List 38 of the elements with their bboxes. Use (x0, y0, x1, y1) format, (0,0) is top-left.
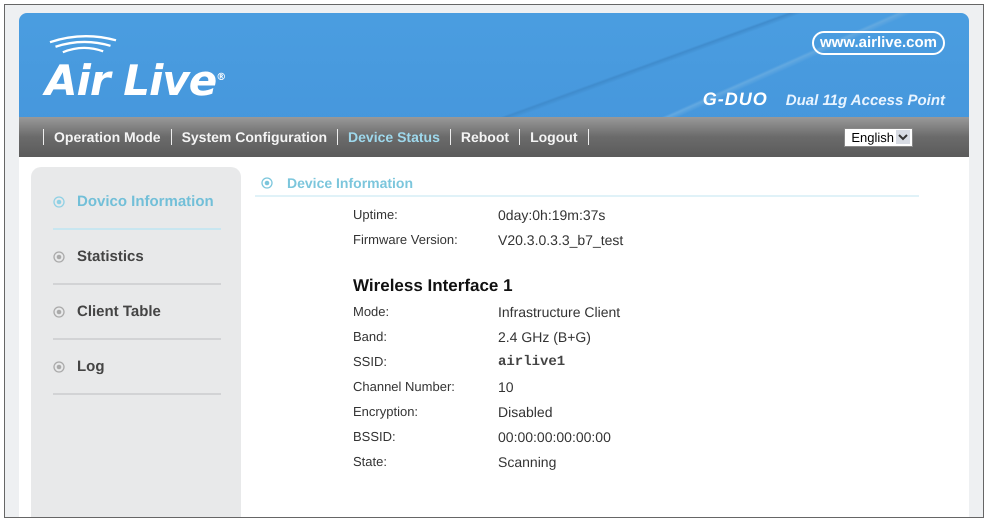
bullet-icon (261, 177, 273, 189)
nav-link[interactable]: Logout (530, 129, 578, 145)
field-label: BSSID: (353, 429, 397, 445)
subsection-heading: Wireless Interface 1 (352, 275, 514, 297)
field-value: 00:00:00:00:00:00 (498, 429, 612, 445)
field-value: V20.3.0.3.3_b7_test (498, 232, 624, 248)
field-label: Band: (353, 329, 388, 345)
field-label: Uptime: (353, 207, 399, 223)
nav-link[interactable]: System Configuration (182, 129, 328, 145)
sidebar-item[interactable]: Statistics (53, 230, 221, 285)
field-value: Disabled (498, 404, 554, 420)
field-value: Infrastructure Client (498, 304, 622, 320)
nav-link[interactable]: Reboot (460, 129, 510, 145)
sidebar-item[interactable]: Log (53, 340, 221, 395)
bullet-icon (53, 306, 65, 318)
sidebar-item[interactable]: Client Table (53, 285, 221, 340)
field-value: airlive1 (498, 354, 566, 370)
website-link[interactable]: www.airlive.com (812, 31, 945, 55)
bullet-icon (53, 250, 65, 262)
bullet-icon (53, 360, 65, 372)
field-value: 0day:0h:19m:37s (498, 207, 606, 223)
field-value: 10 (498, 379, 515, 395)
section-title-text: Device Information (287, 175, 414, 191)
field-label: SSID: (353, 354, 388, 370)
nav-link[interactable]: Device Status (348, 129, 440, 145)
field-label: Encryption: (353, 404, 420, 420)
language-select[interactable]: English (844, 128, 913, 146)
nav-link[interactable]: Operation Mode (54, 129, 161, 145)
model-name: G-DUO (702, 89, 768, 110)
bullet-icon (53, 196, 65, 208)
field-label: Channel Number: (353, 379, 456, 395)
field-value: Scanning (498, 454, 558, 470)
dropdown-icon (896, 130, 910, 144)
product-name: Dual 11g Access Point (786, 92, 945, 109)
field-label: State: (353, 454, 388, 470)
field-value: 2.4 GHz (B+G) (498, 329, 592, 345)
field-label: Mode: (353, 304, 390, 320)
field-label: Firmware Version: (353, 232, 459, 248)
